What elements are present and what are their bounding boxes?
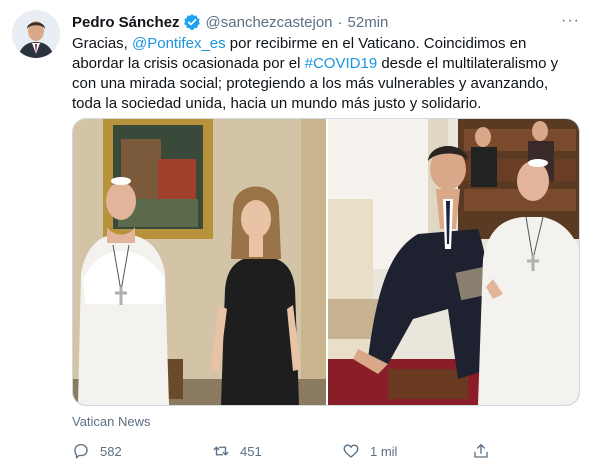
more-options-icon[interactable]: ··· <box>561 12 580 30</box>
media-grid <box>72 118 580 406</box>
photo-left[interactable] <box>73 119 326 405</box>
media-source[interactable]: Vatican News <box>72 414 151 429</box>
tweet-actions: 582 451 1 mil <box>72 440 542 462</box>
reply-button[interactable]: 582 <box>72 442 212 460</box>
tweet-text: Gracias, @Pontifex_es por recibirme en e… <box>72 34 577 114</box>
share-icon <box>474 443 488 458</box>
hashtag-link[interactable]: #COVID19 <box>305 55 378 72</box>
photo-right[interactable] <box>328 119 579 405</box>
author-avatar[interactable] <box>12 10 60 58</box>
like-icon <box>343 444 359 458</box>
like-button[interactable]: 1 mil <box>342 442 472 460</box>
share-button[interactable] <box>472 442 500 460</box>
header-separator: · <box>337 13 343 31</box>
verified-badge-icon <box>183 13 201 31</box>
reply-count: 582 <box>100 443 122 459</box>
author-handle[interactable]: @sanchezcastejon <box>206 14 333 31</box>
mention-link[interactable]: @Pontifex_es <box>132 35 226 52</box>
tweet-header: Pedro Sánchez @sanchezcastejon · 52min ·… <box>72 12 580 32</box>
like-count: 1 mil <box>370 443 398 459</box>
tweet-text-part: Gracias, <box>72 35 133 52</box>
tweet-timestamp[interactable]: 52min <box>348 14 389 31</box>
retweet-count: 451 <box>240 443 262 459</box>
reply-icon <box>74 443 88 459</box>
retweet-button[interactable]: 451 <box>212 442 342 460</box>
retweet-icon <box>213 446 229 456</box>
author-name[interactable]: Pedro Sánchez <box>72 14 180 31</box>
